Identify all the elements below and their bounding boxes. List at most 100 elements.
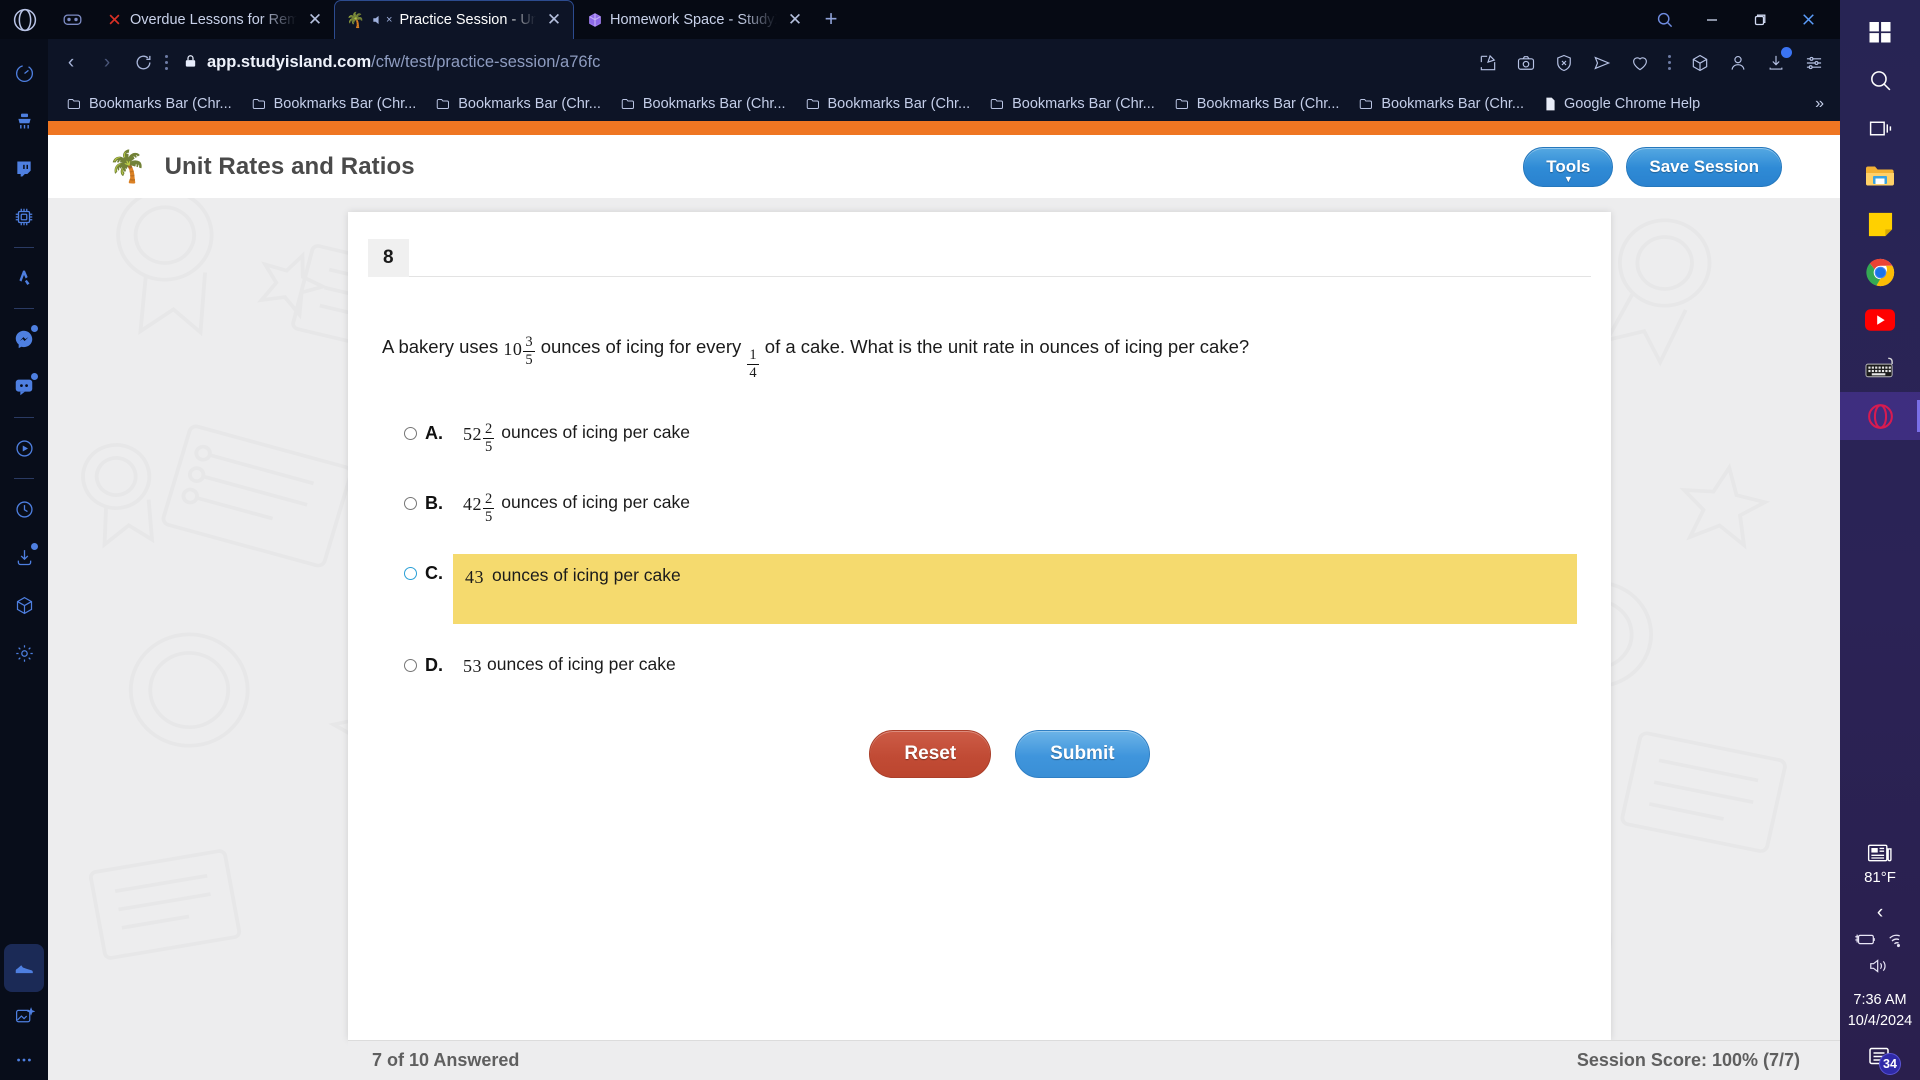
tab-search-icon[interactable] — [50, 0, 94, 39]
answer-option-a[interactable]: A. 52 2 5 ounces of icing per cake — [382, 414, 1577, 462]
submit-button[interactable]: Submit — [1015, 730, 1150, 779]
answer-option-b[interactable]: B. 42 2 5 ounces of icing per cake — [382, 484, 1577, 532]
weather-widget[interactable]: 81°F — [1864, 843, 1896, 886]
discord-icon[interactable] — [4, 363, 44, 411]
battery-charging-icon[interactable] — [1853, 932, 1877, 952]
study-island-page: 🌴 Unit Rates and Ratios Tools ▼ Save Ses… — [48, 121, 1840, 1080]
search-icon[interactable] — [1840, 56, 1920, 104]
bookmark-item[interactable]: Bookmarks Bar (Chr... — [1350, 92, 1533, 116]
tab-close-icon[interactable]: ✕ — [784, 9, 806, 31]
sneaker-icon[interactable] — [4, 944, 44, 992]
question-number-row: 8 — [348, 212, 1611, 277]
browser-tab[interactable]: Overdue Lessons for Remo ✕ — [94, 0, 334, 39]
forward-button[interactable]: › — [90, 46, 124, 80]
downloads-icon[interactable] — [4, 533, 44, 581]
palm-tree-icon: 🌴 — [346, 12, 365, 29]
vertical-dots-icon[interactable] — [1665, 55, 1674, 70]
bookmark-item[interactable]: Bookmarks Bar (Chr... — [797, 92, 980, 116]
sticky-notes-icon[interactable] — [1840, 200, 1920, 248]
option-text: 42 2 5 ounces of icing per cake — [451, 484, 1577, 532]
history-icon[interactable] — [4, 485, 44, 533]
close-button[interactable] — [1786, 0, 1830, 39]
notifications-button[interactable]: 34 — [1858, 1040, 1902, 1075]
gx-control-icon[interactable] — [4, 193, 44, 241]
fraction-denominator: 5 — [485, 508, 493, 525]
radio-button-a[interactable] — [404, 427, 417, 441]
settings-icon[interactable] — [4, 629, 44, 677]
radio-button-c[interactable] — [404, 567, 417, 581]
twitch-icon[interactable] — [4, 145, 44, 193]
answer-option-c[interactable]: C. 43 ounces of icing per cake — [382, 554, 1577, 625]
site-accent-bar — [48, 121, 1840, 135]
radio-button-b[interactable] — [404, 497, 417, 511]
maximize-button[interactable] — [1738, 0, 1782, 39]
folder-icon — [1359, 97, 1374, 110]
messenger-icon[interactable] — [4, 315, 44, 363]
youtube-icon[interactable] — [1840, 296, 1920, 344]
settings-sliders-icon[interactable] — [1801, 50, 1826, 75]
tray-expand-row[interactable]: ‹ — [1877, 902, 1883, 924]
mixed-whole: 43 — [465, 567, 484, 588]
volume-icon[interactable] — [1868, 957, 1892, 980]
back-button[interactable]: ‹ — [54, 46, 88, 80]
image-ai-icon[interactable] — [4, 992, 44, 1040]
task-view-icon[interactable] — [1840, 104, 1920, 152]
save-session-label: Save Session — [1649, 156, 1759, 176]
tab-close-icon[interactable]: ✕ — [543, 9, 565, 31]
page-column: ‹ › app.studyisland.com/cfw/test/practic… — [48, 39, 1840, 1080]
tray-status-row — [1853, 932, 1907, 953]
bookmark-item-chrome-help[interactable]: Google Chrome Help — [1535, 92, 1709, 116]
profile-icon[interactable] — [1725, 50, 1750, 75]
reload-button[interactable] — [126, 46, 160, 80]
bookmark-item[interactable]: Bookmarks Bar (Chr... — [981, 92, 1164, 116]
fraction: 2 5 — [483, 492, 495, 525]
browser-tab-active[interactable]: 🌴 × Practice Session - Unit R ✕ — [334, 0, 574, 39]
tab-close-icon[interactable]: ✕ — [304, 9, 326, 31]
answer-option-d[interactable]: D. 53 ounces of icing per cake — [382, 646, 1577, 690]
reset-button[interactable]: Reset — [869, 730, 992, 779]
radio-button-d[interactable] — [404, 659, 417, 673]
bookmark-label: Bookmarks Bar (Chr... — [827, 95, 971, 112]
player-icon[interactable] — [4, 424, 44, 472]
bookmark-item[interactable]: Bookmarks Bar (Chr... — [1166, 92, 1349, 116]
snapshot-icon[interactable] — [1475, 50, 1500, 75]
prompt-part-3: of a cake. What is the unit rate in ounc… — [764, 336, 1250, 357]
windows-start-icon[interactable] — [1840, 8, 1920, 56]
speed-dial-icon[interactable] — [4, 49, 44, 97]
page-menu-icon[interactable] — [162, 55, 171, 70]
aria-icon[interactable] — [4, 254, 44, 302]
camera-icon[interactable] — [1513, 50, 1538, 75]
page-stage: 8 A bakery uses 10 3 5 ounces of icing f… — [48, 198, 1840, 1080]
save-session-button[interactable]: Save Session — [1626, 146, 1782, 187]
opera-menu-button[interactable] — [0, 0, 50, 39]
cleaner-icon[interactable] — [4, 97, 44, 145]
new-tab-button[interactable]: + — [814, 2, 848, 36]
tools-button[interactable]: Tools ▼ — [1523, 146, 1614, 187]
cube-icon[interactable] — [1687, 50, 1712, 75]
url-field[interactable]: app.studyisland.com/cfw/test/practice-se… — [173, 53, 1473, 73]
question-actions: Reset Submit — [382, 730, 1577, 779]
send-icon[interactable] — [1589, 50, 1614, 75]
bookmark-item[interactable]: Bookmarks Bar (Chr... — [427, 92, 610, 116]
chrome-icon[interactable] — [1840, 248, 1920, 296]
on-screen-keyboard-icon[interactable] — [1840, 344, 1920, 392]
more-icon[interactable] — [4, 1040, 44, 1080]
bookmark-item[interactable]: Bookmarks Bar (Chr... — [58, 92, 241, 116]
bookmark-item[interactable]: Bookmarks Bar (Chr... — [612, 92, 795, 116]
file-explorer-icon[interactable] — [1840, 152, 1920, 200]
clock-widget[interactable]: 7:36 AM 10/4/2024 — [1848, 990, 1913, 1032]
chevron-up-icon[interactable]: ‹ — [1877, 902, 1883, 924]
download-icon[interactable] — [1763, 47, 1792, 75]
tab-muted-icon[interactable]: × — [371, 13, 392, 27]
shield-x-icon[interactable] — [1551, 50, 1576, 75]
bookmarks-overflow-icon[interactable]: » — [1807, 95, 1832, 113]
extensions-icon[interactable] — [4, 581, 44, 629]
bookmark-item[interactable]: Bookmarks Bar (Chr... — [243, 92, 426, 116]
mixed-number: 53 — [463, 654, 482, 676]
browser-tab[interactable]: Homework Space - StudyX ✕ — [574, 0, 814, 39]
minimize-button[interactable] — [1690, 0, 1734, 39]
opera-gx-icon[interactable] — [1840, 392, 1920, 440]
search-icon[interactable] — [1642, 0, 1686, 39]
wifi-icon[interactable] — [1887, 932, 1907, 953]
heart-icon[interactable] — [1627, 50, 1652, 75]
